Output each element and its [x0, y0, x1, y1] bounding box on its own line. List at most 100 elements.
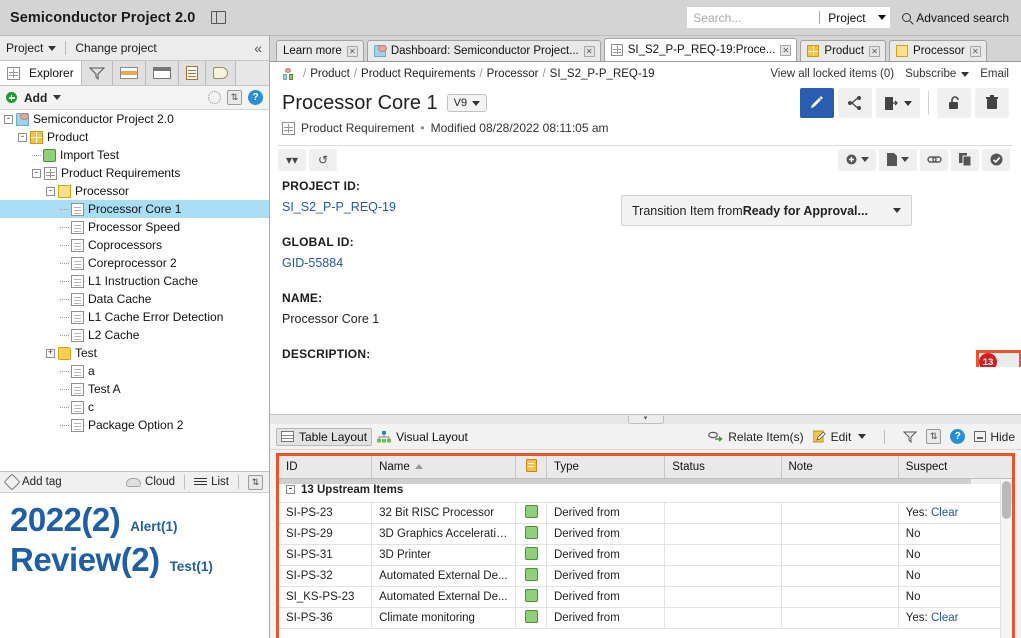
cell-id[interactable]: SI_KS-PS-23	[279, 586, 372, 607]
tree-item[interactable]: -Processor	[0, 182, 269, 200]
tree-item[interactable]: Coreprocessor 2	[0, 254, 269, 272]
tree-item[interactable]: Package Option 2	[0, 416, 269, 434]
tree-item[interactable]: c	[0, 398, 269, 416]
refresh-button[interactable]: ↺	[309, 149, 337, 171]
tree-item[interactable]: Data Cache	[0, 290, 269, 308]
table-row[interactable]: SI-PS-313D PrinterDerived fromNo	[279, 544, 1012, 565]
cell-id[interactable]: SI-PS-32	[279, 565, 372, 586]
search-scope-label[interactable]: Project	[828, 11, 865, 25]
cell-id[interactable]: SI-PS-31	[279, 544, 372, 565]
approve-button[interactable]	[982, 149, 1010, 171]
chevron-down-icon[interactable]	[53, 95, 61, 100]
tree-expander[interactable]: +	[46, 349, 55, 358]
close-icon[interactable]: ✕	[584, 46, 595, 57]
clear-suspect-link[interactable]: Clear	[931, 612, 958, 624]
search-input[interactable]	[687, 8, 817, 27]
tag-link[interactable]: 2022(2)	[10, 501, 120, 539]
table-row[interactable]: SI_KS-PS-23Automated External De...Deriv…	[279, 586, 1012, 607]
subscribe-button[interactable]: Subscribe	[905, 68, 969, 80]
tree-item[interactable]: -Semiconductor Project 2.0	[0, 110, 269, 128]
close-icon[interactable]: ✕	[970, 46, 981, 57]
table-row[interactable]: SI-PS-32Automated External De...Derived …	[279, 565, 1012, 586]
tab-visual-layout[interactable]: Visual Layout	[372, 428, 473, 446]
tree-expander[interactable]: -	[4, 115, 13, 124]
table-row[interactable]: SI-PS-2332 Bit RISC ProcessorDerived fro…	[279, 502, 1012, 523]
search-box[interactable]: Project	[687, 7, 890, 28]
traceability-button[interactable]: 13 10	[977, 351, 1021, 367]
list-view-button[interactable]: List	[194, 476, 229, 488]
relate-items-button[interactable]: Relate Item(s)	[708, 430, 803, 444]
tag-link[interactable]: Test(1)	[170, 559, 213, 574]
collapse-panel-button[interactable]: «	[254, 40, 263, 56]
report-button[interactable]	[879, 149, 917, 171]
version-selector[interactable]: V9	[447, 94, 487, 112]
tree-expander[interactable]: -	[46, 187, 55, 196]
scrollbar-thumb[interactable]	[1002, 481, 1011, 519]
add-button[interactable]	[838, 149, 876, 171]
tree-item[interactable]: L1 Instruction Cache	[0, 272, 269, 290]
column-header-type[interactable]: Type	[546, 456, 664, 478]
breadcrumb-item-current[interactable]: SI_S2_P-P_REQ-19	[550, 68, 655, 80]
field-value[interactable]: GID-55884	[282, 256, 1009, 270]
chevron-down-icon[interactable]	[48, 46, 56, 51]
cell-id[interactable]: SI-PS-29	[279, 523, 372, 544]
add-button-label[interactable]: Add	[24, 91, 47, 105]
tree-item[interactable]: Test A	[0, 380, 269, 398]
vertical-scrollbar[interactable]	[1000, 479, 1011, 638]
scrollbar-thumb[interactable]	[279, 479, 971, 484]
column-header-note[interactable]: Note	[781, 456, 898, 478]
column-header-status[interactable]: Status	[665, 456, 781, 478]
breadcrumb-item-product[interactable]: Product	[310, 68, 350, 80]
copy-button[interactable]	[951, 149, 979, 171]
chevron-down-icon[interactable]	[878, 15, 886, 20]
email-button[interactable]: Email	[980, 68, 1009, 80]
tag-link[interactable]: Alert(1)	[130, 519, 177, 534]
tree-item[interactable]: Processor Speed	[0, 218, 269, 236]
breadcrumb-item-product-requirements[interactable]: Product Requirements	[361, 68, 475, 80]
horizontal-scrollbar[interactable]	[279, 479, 1000, 484]
link-button[interactable]	[920, 149, 948, 171]
main-tab[interactable]: Product✕	[800, 40, 886, 61]
tree-expander[interactable]: -	[18, 133, 27, 142]
gear-icon[interactable]	[208, 91, 221, 104]
main-tab[interactable]: SI_S2_P-P_REQ-19:Proce...✕	[604, 38, 798, 61]
splitter-handle[interactable]: ▾	[628, 416, 664, 424]
tree-item[interactable]: Processor Core 1	[0, 200, 269, 218]
hide-panel-button[interactable]: Hide	[974, 430, 1015, 444]
project-tree[interactable]: -Semiconductor Project 2.0-ProductImport…	[0, 110, 269, 471]
cell-id[interactable]: SI-PS-36	[279, 607, 372, 628]
table-row[interactable]: SI-PS-36Climate monitoringDerived fromYe…	[279, 607, 1012, 628]
clear-suspect-link[interactable]: Clear	[931, 507, 958, 519]
add-tag-button[interactable]: Add tag	[6, 476, 62, 488]
left-tab-filter[interactable]	[82, 61, 113, 85]
main-tab[interactable]: Learn more✕	[276, 40, 364, 61]
export-button[interactable]	[876, 88, 920, 118]
close-icon[interactable]: ✕	[780, 45, 791, 56]
left-tab-window[interactable]	[146, 61, 179, 85]
group-expander[interactable]: -	[286, 485, 295, 494]
column-header-suspect[interactable]: Suspect	[898, 456, 1011, 478]
filter-relations-button[interactable]	[903, 431, 917, 443]
column-header-chooser[interactable]	[516, 456, 547, 478]
cloud-view-button[interactable]: Cloud	[126, 476, 175, 488]
left-tab-explorer[interactable]: Explorer	[0, 61, 82, 85]
tree-expander[interactable]: -	[32, 169, 41, 178]
tree-item[interactable]: Import Test	[0, 146, 269, 164]
close-icon[interactable]: ✕	[347, 46, 358, 57]
tree-item[interactable]: Coprocessors	[0, 236, 269, 254]
project-menu[interactable]: Project	[6, 41, 43, 55]
main-tab[interactable]: Processor✕	[889, 40, 987, 61]
help-icon[interactable]: ?	[248, 90, 263, 105]
tree-item[interactable]: -Product	[0, 128, 269, 146]
tab-table-layout[interactable]: Table Layout	[276, 428, 372, 446]
help-icon[interactable]: ?	[950, 429, 965, 444]
change-project-button[interactable]: Change project	[75, 41, 156, 55]
main-tab[interactable]: Dashboard: Semiconductor Project...✕	[367, 40, 601, 61]
refresh-icon[interactable]: ⇅	[227, 90, 242, 105]
left-tab-tag[interactable]	[206, 61, 236, 85]
close-icon[interactable]: ✕	[869, 46, 880, 57]
cell-id[interactable]: SI-PS-23	[279, 502, 372, 523]
refresh-relations-button[interactable]: ⇅	[926, 429, 941, 444]
tree-item[interactable]: a	[0, 362, 269, 380]
edit-button[interactable]	[800, 88, 834, 118]
